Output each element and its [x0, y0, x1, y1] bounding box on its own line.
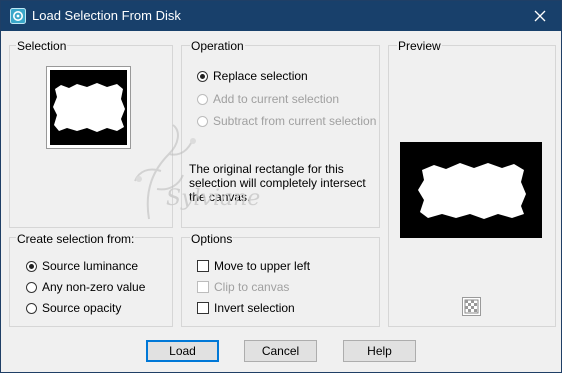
close-icon [534, 10, 546, 22]
checkbox-indicator[interactable] [197, 260, 209, 272]
radio-button-indicator[interactable] [26, 281, 37, 293]
radio-replace-selection[interactable]: Replace selection [197, 69, 308, 83]
radio-source-opacity-label: Source opacity [42, 301, 122, 315]
radio-source-luminance-label: Source luminance [42, 259, 139, 273]
radio-button-indicator[interactable] [26, 260, 37, 272]
options-group-label: Options [190, 232, 234, 246]
radio-add-selection[interactable]: Add to current selection [197, 92, 339, 106]
selection-group-label: Selection [16, 39, 68, 53]
checkbox-indicator[interactable] [197, 302, 209, 314]
checkbox-clip-to-canvas[interactable]: Clip to canvas [197, 280, 289, 294]
watermark-text: Sylviane [166, 186, 261, 211]
operation-group-label: Operation [190, 39, 245, 53]
app-icon [10, 8, 26, 24]
radio-add-label: Add to current selection [213, 92, 340, 106]
checkbox-indicator[interactable] [197, 281, 209, 293]
radio-button-indicator[interactable] [26, 302, 37, 314]
close-button[interactable] [519, 1, 561, 31]
checkbox-move-upper-left-label: Move to upper left [214, 259, 311, 273]
radio-source-opacity[interactable]: Source opacity [26, 301, 121, 315]
checkbox-invert-selection[interactable]: Invert selection [197, 301, 295, 315]
radio-any-nonzero[interactable]: Any non-zero value [26, 280, 145, 294]
radio-subtract-selection[interactable]: Subtract from current selection [197, 114, 376, 128]
preview-image-shape [418, 163, 526, 219]
dialog-window: Load Selection From Disk Selection Opera… [0, 0, 562, 373]
title-bar: Load Selection From Disk [1, 1, 561, 31]
radio-subtract-label: Subtract from current selection [213, 114, 377, 128]
checkbox-invert-selection-label: Invert selection [214, 301, 295, 315]
checkerboard-icon [464, 299, 479, 314]
preview-group-label: Preview [397, 39, 442, 53]
checkbox-clip-to-canvas-label: Clip to canvas [214, 280, 290, 294]
load-button[interactable]: Load [146, 340, 219, 362]
radio-button-indicator[interactable] [197, 93, 208, 105]
radio-any-nonzero-label: Any non-zero value [42, 280, 146, 294]
radio-replace-label: Replace selection [213, 69, 308, 83]
create-selection-group-label: Create selection from: [16, 232, 136, 246]
preview-image [400, 142, 542, 238]
watermark-flourish [134, 124, 196, 220]
help-button[interactable]: Help [343, 340, 416, 362]
window-title: Load Selection From Disk [32, 8, 181, 23]
checkbox-move-upper-left[interactable]: Move to upper left [197, 259, 310, 273]
transparency-toggle-button[interactable] [462, 297, 481, 316]
cancel-button[interactable]: Cancel [244, 340, 317, 362]
radio-button-indicator[interactable] [197, 70, 208, 82]
radio-source-luminance[interactable]: Source luminance [26, 259, 138, 273]
